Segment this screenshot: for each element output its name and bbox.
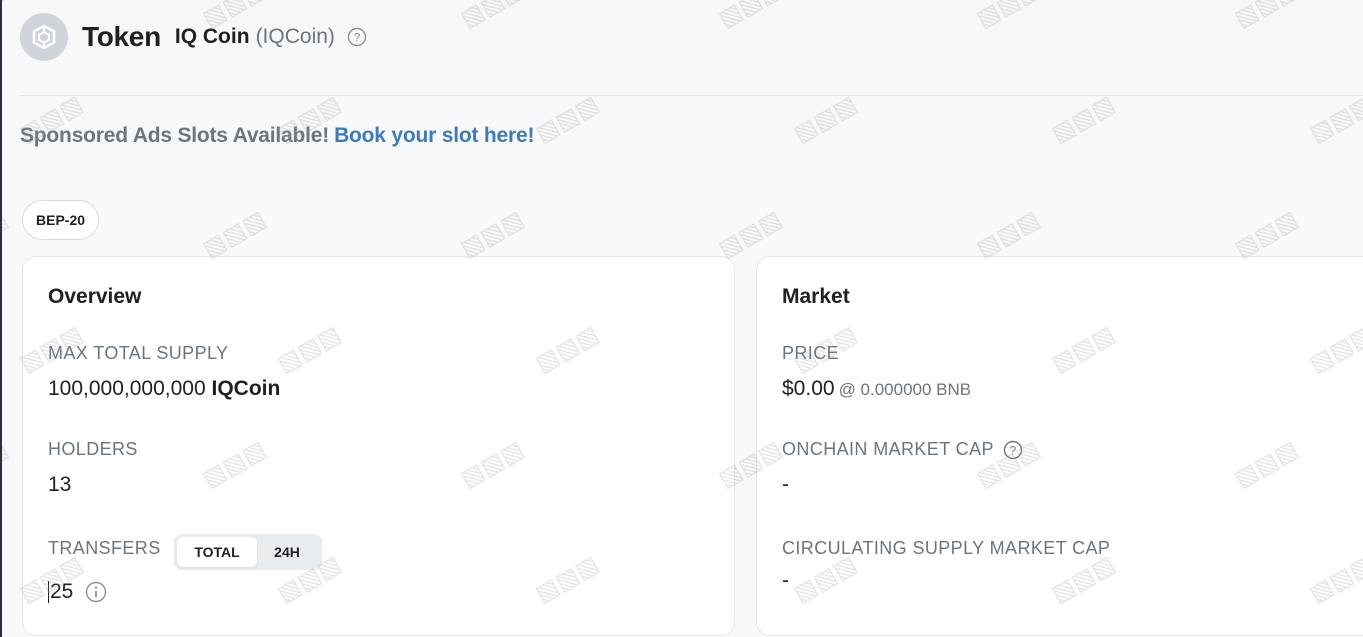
watermark-mark: ▧▧▧ [1229,204,1303,264]
watermark-mark: ▧▧▧ [530,89,604,149]
watermark-mark: ▧▧▧ [713,0,787,34]
watermark-mark: ▧▧▧ [197,204,271,264]
watermark-mark: ▧▧▧ [455,204,529,264]
transfers-toggle: TOTAL 24H [174,534,322,570]
watermark-mark: ▧▧▧ [1046,89,1120,149]
token-name: IQ Coin [174,25,250,48]
watermark-mark: ▧▧▧ [455,0,529,34]
market-title: Market [782,285,850,308]
watermark-mark: ▧▧▧ [971,204,1045,264]
bnb-cube-icon [20,13,68,61]
circulating-cap-value: - [782,569,789,592]
token-symbol: (IQCoin) [255,25,335,48]
price-value-row: $0.00 @ 0.000000 BNB [782,377,971,401]
onchain-cap-label: ONCHAIN MARKET CAP [782,439,994,459]
watermark-mark: ▧▧▧ [2,204,13,264]
circulating-cap-label: CIRCULATING SUPPLY MARKET CAP [782,538,1111,558]
question-circle-icon[interactable]: ? [347,27,367,47]
watermark-mark: ▧▧▧ [788,89,862,149]
watermark-mark: ▧▧▧ [713,204,787,264]
max-supply-label: MAX TOTAL SUPPLY [48,343,229,363]
text-cursor [48,581,49,604]
token-header: Token IQ Coin (IQCoin) ? [20,12,367,62]
header-divider [20,95,1363,96]
transfers-value-row: 25 [48,580,107,604]
question-circle-icon[interactable]: ? [1003,440,1023,460]
price-label: PRICE [782,343,840,363]
onchain-cap-label-row: ONCHAIN MARKET CAP ? [782,439,1023,460]
sponsored-ads-banner: Sponsored Ads Slots Available! Book your … [20,124,534,148]
sponsor-text: Sponsored Ads Slots Available! [20,124,330,147]
market-card: Market PRICE $0.00 @ 0.000000 BNB ONCHAIN… [756,256,1363,636]
overview-title: Overview [48,285,142,308]
holders-label: HOLDERS [48,439,138,459]
max-supply-amount: 100,000,000,000 [48,377,206,400]
max-supply-unit[interactable]: IQCoin [212,377,281,400]
tab-total[interactable]: TOTAL [177,537,257,567]
transfers-value: 25 [50,580,74,603]
onchain-cap-value: - [782,473,789,496]
transfers-label: TRANSFERS [48,538,161,558]
info-circle-icon[interactable] [85,581,107,603]
watermark-mark: ▧▧▧ [1229,0,1303,34]
book-slot-link[interactable]: Book your slot here! [334,124,534,147]
svg-text:?: ? [354,30,361,44]
watermark-mark: ▧▧▧ [971,0,1045,34]
price-value: $0.00 [782,377,835,400]
watermark-mark: ▧▧▧ [1304,89,1363,149]
watermark-mark: ▧▧▧ [2,0,13,34]
token-standard-badge: BEP-20 [22,200,100,240]
svg-text:?: ? [1009,444,1016,458]
price-bnb: @ 0.000000 BNB [838,380,972,399]
watermark-mark: ▧▧▧ [2,434,13,494]
holders-value[interactable]: 13 [48,473,71,497]
max-supply-value: 100,000,000,000 IQCoin [48,377,280,401]
tab-24h[interactable]: 24H [257,537,317,567]
page-title: Token [82,21,161,52]
overview-card: Overview MAX TOTAL SUPPLY 100,000,000,00… [22,256,735,636]
